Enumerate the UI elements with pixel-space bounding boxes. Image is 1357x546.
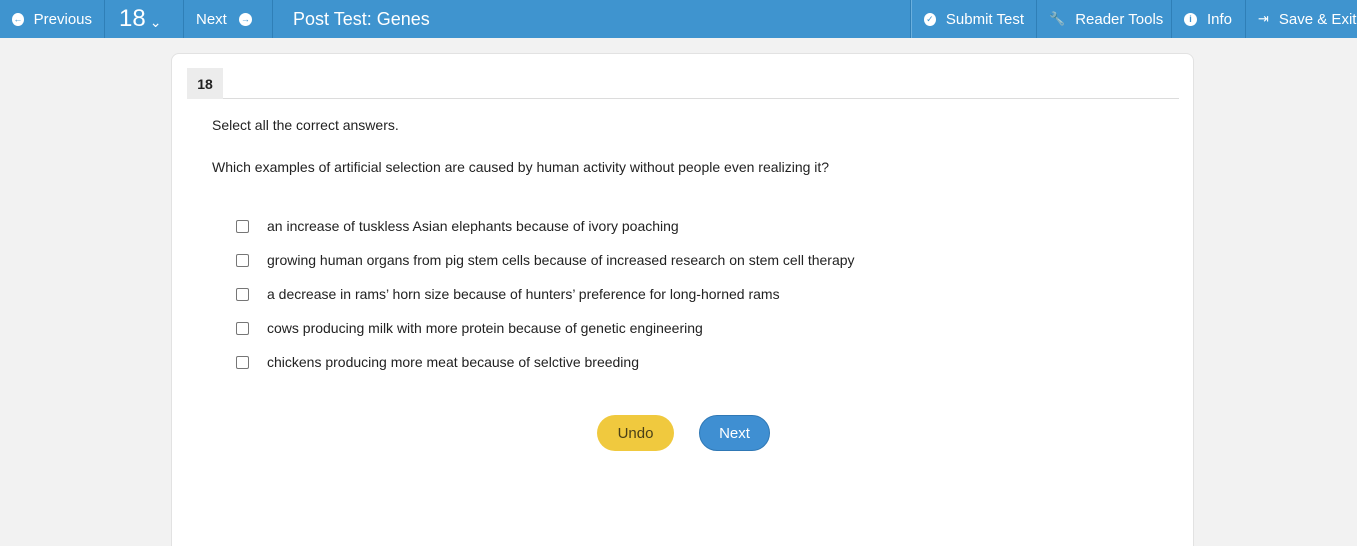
answer-option-label: cows producing milk with more protein be… (267, 320, 703, 336)
answer-option[interactable]: growing human organs from pig stem cells… (236, 249, 855, 271)
next-button[interactable]: Next (699, 415, 770, 451)
question-header: 18 (187, 68, 1179, 99)
arrow-right-circle-icon: → (238, 12, 252, 26)
save-exit-button[interactable]: ⇥ Save & Exit (1246, 0, 1357, 38)
answer-option-label: chickens producing more meat because of … (267, 354, 639, 370)
answer-option[interactable]: a decrease in rams’ horn size because of… (236, 283, 780, 305)
answer-option[interactable]: cows producing milk with more protein be… (236, 317, 703, 339)
question-card: 18 Select all the correct answers. Which… (171, 53, 1194, 546)
test-title: Post Test: Genes (273, 0, 911, 38)
undo-button[interactable]: Undo (597, 415, 674, 451)
wrench-icon: 🔧 (1049, 11, 1066, 26)
answer-checkbox[interactable] (236, 287, 249, 301)
question-prompt: Which examples of artificial selection a… (212, 159, 830, 175)
reader-tools-button[interactable]: 🔧 Reader Tools (1037, 0, 1172, 38)
question-instructions: Select all the correct answers. (212, 117, 399, 133)
chevron-down-icon: ⌄ (149, 13, 162, 30)
next-label: Next (196, 10, 227, 28)
info-button[interactable]: i Info (1172, 0, 1246, 38)
check-circle-icon: ✓ (924, 12, 936, 26)
answer-option[interactable]: chickens producing more meat because of … (236, 351, 639, 373)
submit-label: Submit Test (945, 10, 1024, 28)
answer-checkbox[interactable] (236, 355, 249, 369)
answer-option-label: growing human organs from pig stem cells… (267, 252, 855, 268)
save-exit-label: Save & Exit (1278, 10, 1357, 28)
info-label: Info (1207, 10, 1233, 28)
submit-test-button[interactable]: ✓ Submit Test (911, 0, 1037, 38)
question-number-badge: 18 (187, 68, 223, 99)
answer-checkbox[interactable] (236, 321, 249, 335)
previous-button[interactable]: ← Previous (0, 0, 105, 38)
reader-tools-label: Reader Tools (1075, 10, 1164, 28)
answer-checkbox[interactable] (236, 253, 249, 267)
answer-option-label: a decrease in rams’ horn size because of… (267, 286, 780, 302)
previous-label: Previous (33, 10, 92, 28)
question-number-value: 18 (119, 5, 146, 32)
answer-option[interactable]: an increase of tuskless Asian elephants … (236, 215, 679, 237)
answer-option-label: an increase of tuskless Asian elephants … (267, 218, 679, 234)
test-title-text: Post Test: Genes (293, 8, 430, 29)
sign-in-icon: ⇥ (1258, 11, 1269, 26)
question-number-dropdown[interactable]: 18 ⌄ (105, 0, 184, 38)
arrow-left-circle-icon: ← (12, 12, 24, 26)
info-icon: i (1184, 12, 1197, 26)
answer-checkbox[interactable] (236, 219, 249, 233)
next-toolbar-button[interactable]: Next → (184, 0, 273, 38)
top-toolbar: ← Previous 18 ⌄ Next → Post Test: Genes … (0, 0, 1357, 38)
